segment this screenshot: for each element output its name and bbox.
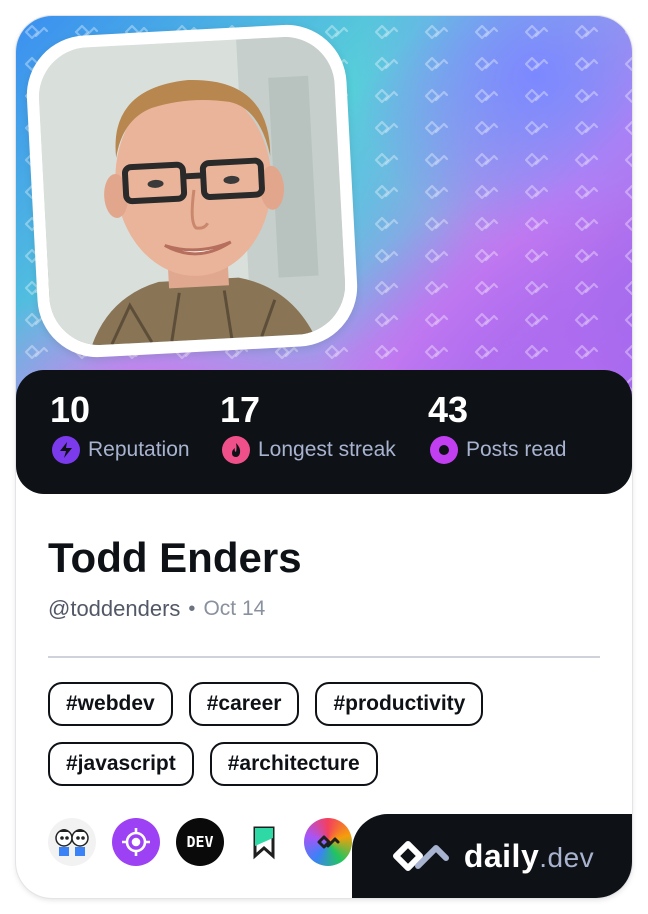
devcard: 10 Reputation 17 Longest streak 43 Posts… xyxy=(16,16,632,898)
daily-dev-logo-icon xyxy=(392,841,449,871)
tag-chip[interactable]: #webdev xyxy=(48,682,173,726)
stat-reputation: 10 Reputation xyxy=(50,390,190,464)
brand-name-suffix: .dev xyxy=(539,841,595,873)
gradient-source-icon[interactable] xyxy=(304,818,352,866)
tag-chip[interactable]: #career xyxy=(188,682,300,726)
avatar-frame xyxy=(23,21,361,361)
brand-footer: daily.dev xyxy=(352,814,632,898)
tag-row: #javascript #architecture xyxy=(48,742,608,786)
tag-list: #webdev #career #productivity #javascrip… xyxy=(48,682,608,802)
stat-label: Reputation xyxy=(88,438,190,461)
stat-posts-read: 43 Posts read xyxy=(428,390,566,464)
stat-label: Longest streak xyxy=(258,438,396,461)
stat-longest-streak: 17 Longest streak xyxy=(220,390,396,464)
source-list: DEV xyxy=(48,818,368,866)
profile-date: Oct 14 xyxy=(203,597,266,620)
stat-value: 43 xyxy=(428,389,469,430)
lightning-icon xyxy=(52,436,80,464)
stats-bar: 10 Reputation 17 Longest streak 43 Posts… xyxy=(16,370,632,494)
stat-label: Posts read xyxy=(466,438,567,461)
divider xyxy=(48,656,600,658)
tag-chip[interactable]: #productivity xyxy=(315,682,484,726)
tag-chip[interactable]: #javascript xyxy=(48,742,194,786)
cartoon-duo-icon[interactable] xyxy=(48,818,96,866)
brand-name: daily.dev xyxy=(464,838,594,875)
stat-value: 10 xyxy=(50,389,91,430)
stat-value: 17 xyxy=(220,389,261,430)
profile-handle: @toddenders xyxy=(48,596,181,621)
tag-chip[interactable]: #architecture xyxy=(209,742,378,786)
brand-name-main: daily xyxy=(463,837,540,874)
profile-name: Todd Enders xyxy=(48,534,302,581)
avatar xyxy=(36,34,348,348)
eye-ring-icon xyxy=(430,436,458,464)
flame-icon xyxy=(222,436,250,464)
bookmark-logo-icon[interactable] xyxy=(240,818,288,866)
dev-icon-text: DEV xyxy=(186,833,214,851)
tag-row: #webdev #career #productivity xyxy=(48,682,608,726)
dev-icon[interactable]: DEV xyxy=(176,818,224,866)
separator-dot: • xyxy=(188,597,196,620)
target-icon[interactable] xyxy=(112,818,160,866)
profile-meta: @toddenders • Oct 14 xyxy=(48,596,265,622)
